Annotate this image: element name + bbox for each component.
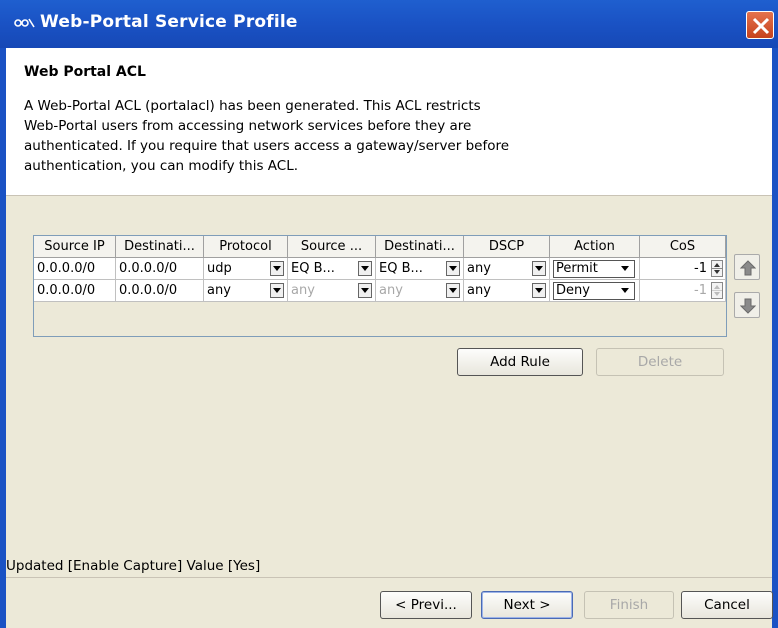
column-header-destination-port[interactable]: Destinati... — [376, 236, 464, 258]
move-up-icon — [740, 260, 756, 276]
column-header-source-ip[interactable]: Source IP — [34, 236, 116, 258]
chevron-down-icon — [361, 288, 369, 293]
description-line: A Web-Portal ACL (portalacl) has been ge… — [24, 98, 481, 114]
description-line: Web-Portal users from accessing network … — [24, 118, 472, 134]
cos-value: -1 — [694, 283, 707, 298]
action-select[interactable]: Deny — [553, 282, 635, 300]
window-frame-right — [772, 48, 778, 628]
cell-source-port[interactable]: EQ B... — [288, 258, 376, 280]
cell-action[interactable]: Deny — [550, 280, 640, 302]
chevron-down-icon — [273, 266, 281, 271]
cell-cos[interactable]: -1 — [640, 258, 726, 280]
column-header-protocol[interactable]: Protocol — [204, 236, 288, 258]
spinner-arrows-icon — [712, 285, 722, 296]
dscp-value: any — [467, 283, 491, 298]
acl-table[interactable]: Source IP Destinati... Protocol Source .… — [33, 235, 727, 337]
column-header-dscp[interactable]: DSCP — [464, 236, 550, 258]
header-panel: Web Portal ACL A Web-Portal ACL (portala… — [6, 48, 772, 196]
cell-destination-port[interactable]: EQ B... — [376, 258, 464, 280]
dropdown-button[interactable] — [532, 283, 546, 298]
protocol-value: udp — [207, 261, 232, 276]
chevron-down-icon — [621, 288, 629, 293]
cos-spinner[interactable] — [711, 260, 723, 277]
dropdown-button[interactable] — [446, 261, 460, 276]
description: A Web-Portal ACL (portalacl) has been ge… — [24, 96, 624, 176]
cos-value: -1 — [694, 261, 707, 276]
cell-cos[interactable]: -1 — [640, 280, 726, 302]
destination-port-value: any — [379, 283, 403, 298]
source-port-value: any — [291, 283, 315, 298]
destination-port-value: EQ B... — [379, 261, 423, 276]
cancel-button[interactable]: Cancel — [681, 591, 773, 619]
move-down-button[interactable] — [734, 292, 760, 318]
dropdown-button[interactable] — [270, 283, 284, 298]
chevron-down-icon — [273, 288, 281, 293]
description-line: authentication, you can modify this ACL. — [24, 158, 299, 174]
page-heading: Web Portal ACL — [24, 64, 146, 80]
dropdown-button[interactable] — [532, 261, 546, 276]
column-header-source-port[interactable]: Source ... — [288, 236, 376, 258]
chevron-down-icon — [361, 266, 369, 271]
cos-spinner[interactable] — [711, 282, 723, 299]
add-rule-button[interactable]: Add Rule — [457, 348, 583, 376]
cell-protocol[interactable]: any — [204, 280, 288, 302]
action-select[interactable]: Permit — [553, 260, 635, 278]
dropdown-button[interactable] — [358, 261, 372, 276]
title-bar[interactable]: Web-Portal Service Profile — [0, 0, 778, 48]
action-value: Deny — [556, 283, 590, 298]
cell-action[interactable]: Permit — [550, 258, 640, 280]
cell-protocol[interactable]: udp — [204, 258, 288, 280]
cell-destination[interactable]: 0.0.0.0/0 — [116, 258, 204, 280]
column-header-action[interactable]: Action — [550, 236, 640, 258]
source-port-value: EQ B... — [291, 261, 335, 276]
table-row[interactable]: 0.0.0.0/0 0.0.0.0/0 any any any any Deny — [34, 280, 726, 302]
delete-button[interactable]: Delete — [596, 348, 724, 376]
chevron-down-icon — [535, 266, 543, 271]
chevron-down-icon — [449, 288, 457, 293]
dialog-app-icon — [14, 16, 36, 30]
next-button[interactable]: Next > — [481, 591, 573, 619]
dscp-value: any — [467, 261, 491, 276]
cell-dscp[interactable]: any — [464, 280, 550, 302]
column-header-cos[interactable]: CoS — [640, 236, 726, 258]
column-header-destination[interactable]: Destinati... — [116, 236, 204, 258]
cell-source-ip[interactable]: 0.0.0.0/0 — [34, 258, 116, 280]
cell-dscp[interactable]: any — [464, 258, 550, 280]
chevron-down-icon — [449, 266, 457, 271]
dropdown-button[interactable] — [270, 261, 284, 276]
finish-button[interactable]: Finish — [584, 591, 674, 619]
previous-button[interactable]: < Previ... — [380, 591, 472, 619]
table-row[interactable]: 0.0.0.0/0 0.0.0.0/0 udp EQ B... EQ B... … — [34, 258, 726, 280]
dropdown-button[interactable] — [358, 283, 372, 298]
chevron-down-icon — [621, 266, 629, 271]
window-title: Web-Portal Service Profile — [40, 12, 298, 32]
spinner-arrows-icon — [712, 263, 722, 274]
protocol-value: any — [207, 283, 231, 298]
cell-source-port[interactable]: any — [288, 280, 376, 302]
move-up-button[interactable] — [734, 254, 760, 280]
cell-source-ip[interactable]: 0.0.0.0/0 — [34, 280, 116, 302]
cell-destination-port[interactable]: any — [376, 280, 464, 302]
dropdown-button[interactable] — [446, 283, 460, 298]
action-value: Permit — [556, 261, 598, 276]
table-header: Source IP Destinati... Protocol Source .… — [34, 236, 726, 258]
description-line: authenticated. If you require that users… — [24, 138, 510, 154]
chevron-down-icon — [535, 288, 543, 293]
wizard-footer: < Previ... Next > Finish Cancel — [6, 578, 773, 628]
status-message: Updated [Enable Capture] Value [Yes] — [6, 554, 772, 578]
close-icon — [752, 17, 770, 35]
move-down-icon — [740, 298, 756, 314]
body-panel: Source IP Destinati... Protocol Source .… — [6, 196, 772, 578]
cell-destination[interactable]: 0.0.0.0/0 — [116, 280, 204, 302]
close-button[interactable] — [746, 11, 774, 39]
